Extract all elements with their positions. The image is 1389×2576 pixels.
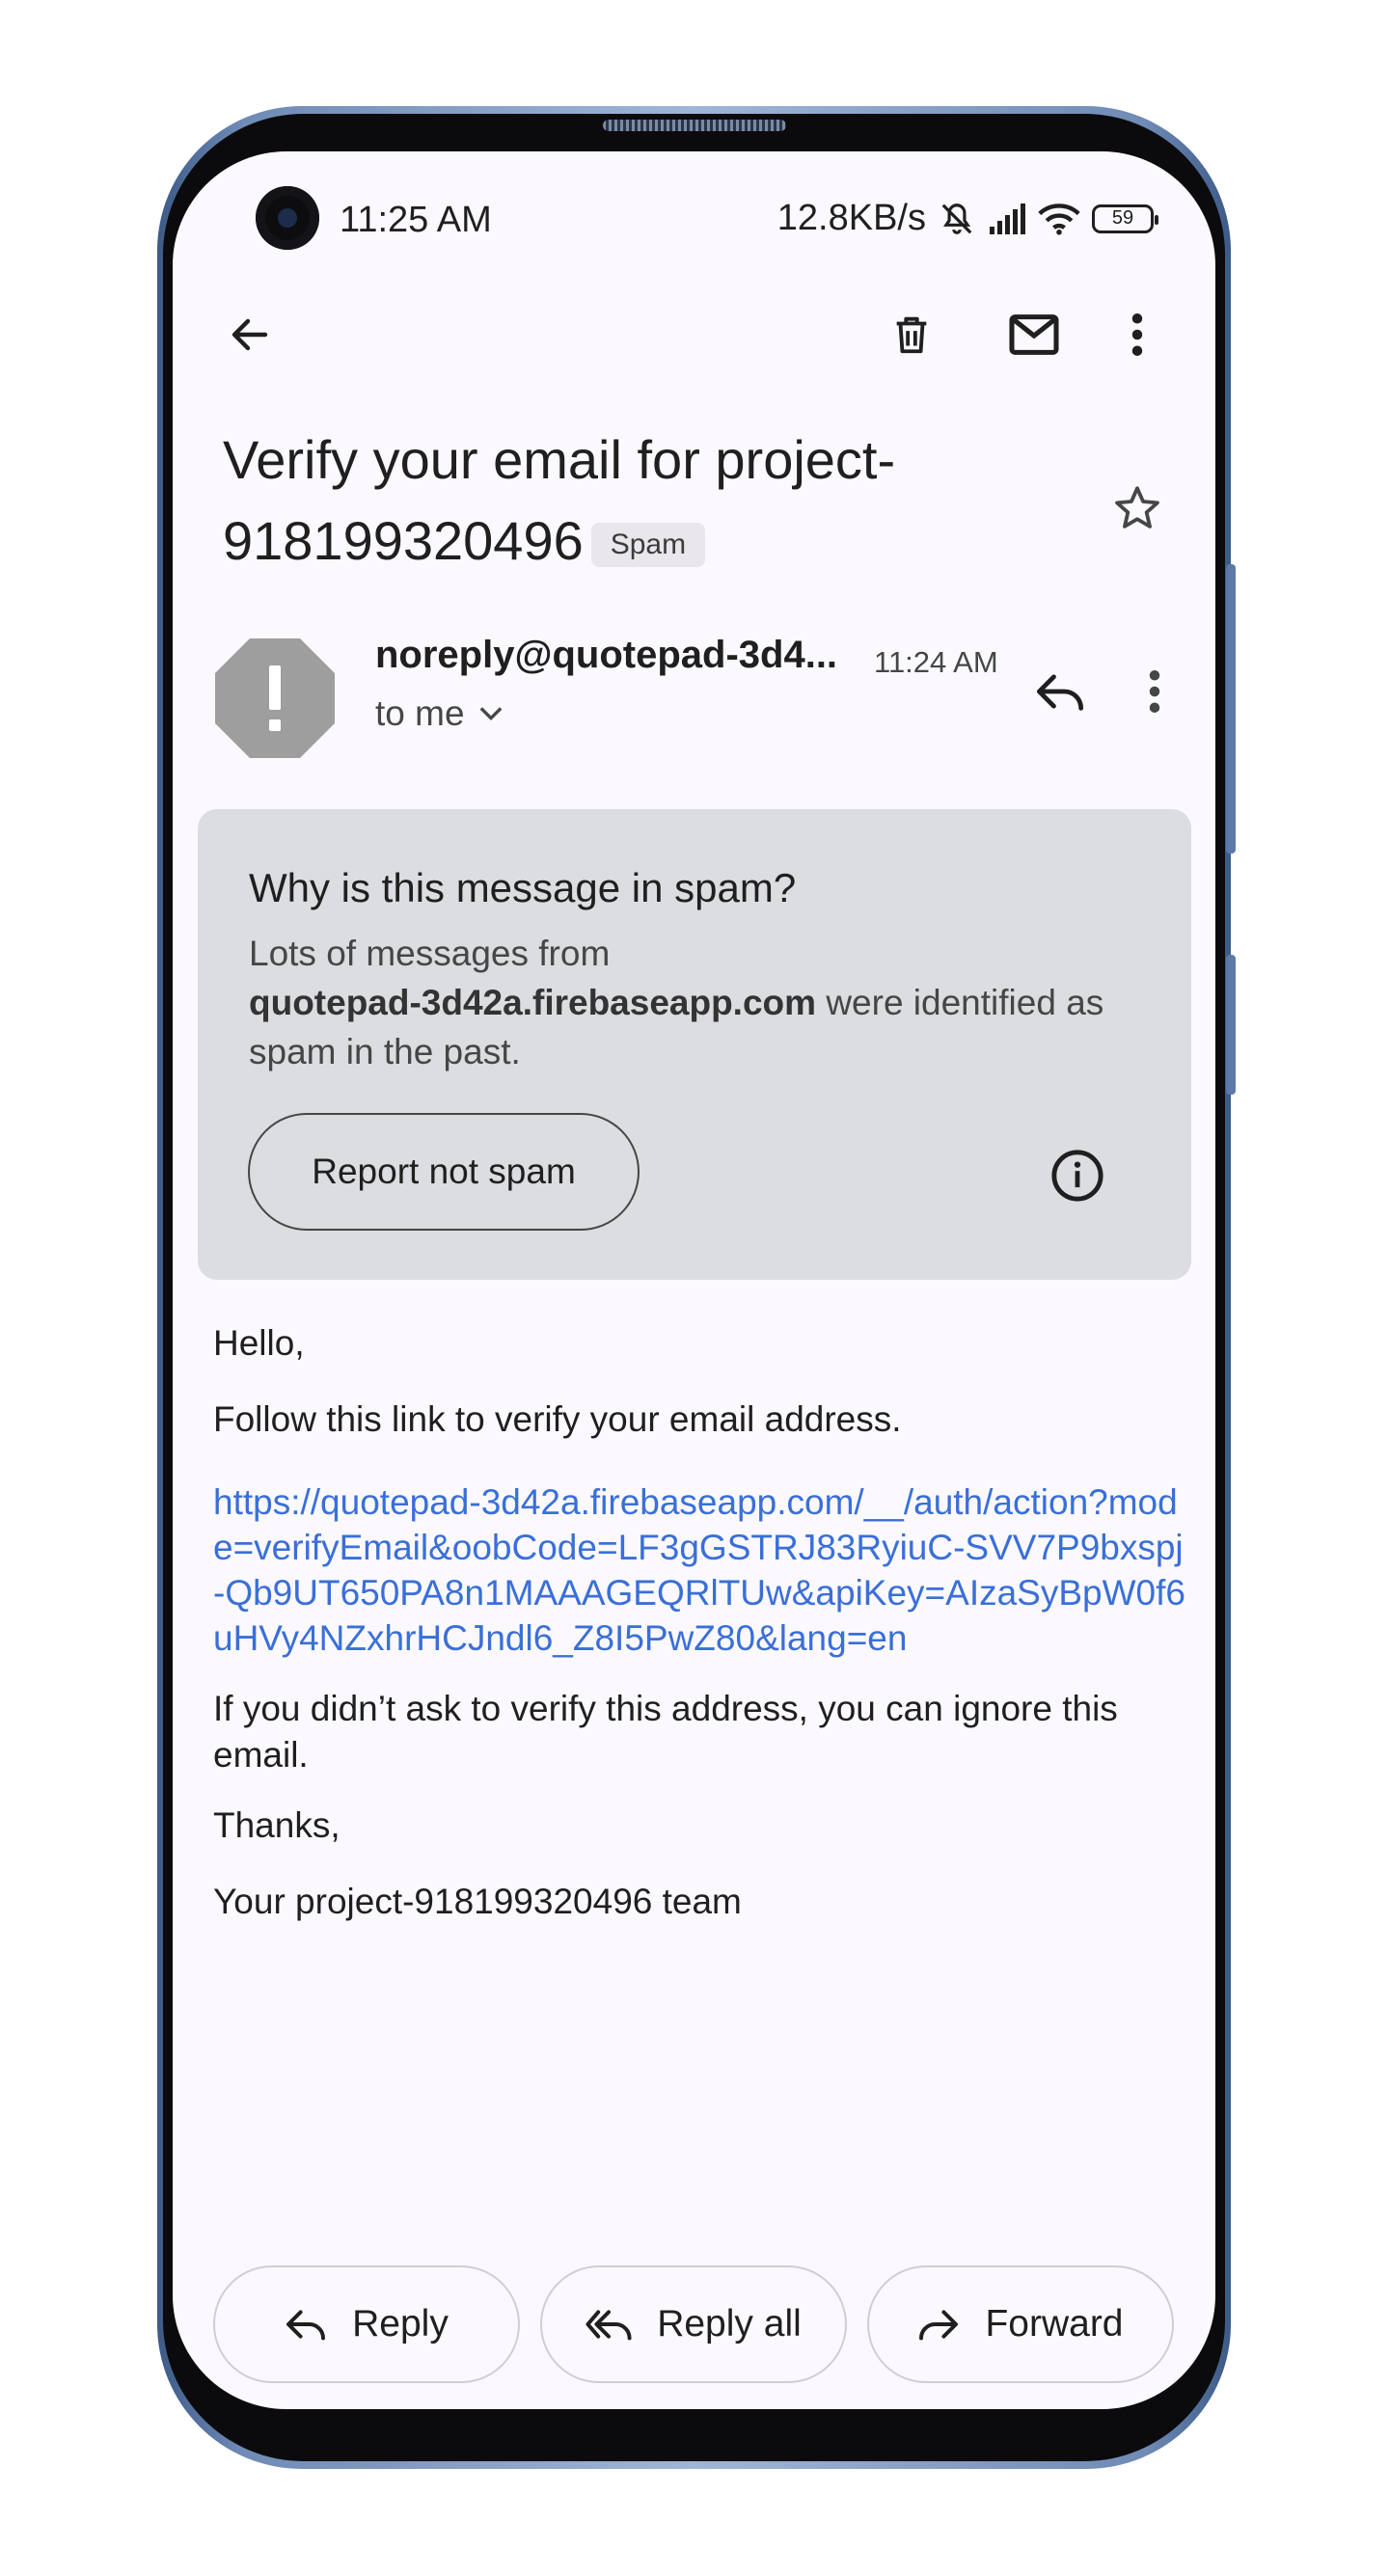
reply-all-label: Reply all	[657, 2303, 802, 2345]
forward-button[interactable]: Forward	[867, 2265, 1174, 2383]
greeting-text: Hello,	[213, 1323, 305, 1363]
spam-notice-domain: quotepad-3d42a.firebaseapp.com	[249, 983, 817, 1022]
subject-text: Verify your email for project-9181993204…	[223, 429, 896, 571]
back-button[interactable]	[211, 296, 288, 373]
email-time: 11:24 AM	[874, 645, 998, 679]
mark-unread-button[interactable]	[993, 296, 1076, 373]
forward-label: Forward	[985, 2303, 1124, 2345]
reply-icon	[286, 2310, 326, 2341]
network-speed: 12.8KB/s	[776, 198, 926, 238]
delete-icon	[896, 316, 927, 354]
spam-notice-body: Lots of messages from quotepad-3d42a.fir…	[249, 929, 1156, 1076]
star-button[interactable]	[1099, 470, 1176, 547]
spam-notice-prefix: Lots of messages from	[249, 934, 611, 973]
email-subject: Verify your email for project-9181993204…	[223, 420, 1072, 582]
mute-icon	[941, 203, 972, 234]
reply-label: Reply	[352, 2303, 449, 2345]
reply-button[interactable]: Reply	[213, 2265, 520, 2383]
more-options-button[interactable]	[1108, 296, 1166, 373]
more-vertical-icon	[1131, 313, 1143, 356]
message-more-button[interactable]	[1126, 653, 1184, 730]
reply-arrow-icon	[1036, 674, 1084, 711]
front-camera	[256, 186, 319, 250]
signature-text: Your project-918199320496 team	[213, 1882, 742, 1921]
back-arrow-icon	[232, 318, 268, 351]
report-not-spam-button[interactable]: Report not spam	[248, 1113, 640, 1231]
chevron-down-icon	[479, 707, 502, 721]
status-time: 11:25 AM	[340, 200, 492, 240]
info-icon	[1051, 1150, 1103, 1202]
recipient-label: to me	[375, 693, 465, 733]
ignore-note-text: If you didn’t ask to verify this address…	[213, 1689, 1118, 1775]
earpiece-speaker	[603, 120, 786, 131]
status-icons: 12.8KB/s 59	[776, 198, 1158, 239]
more-vertical-icon	[1149, 670, 1160, 713]
reply-icon-button[interactable]	[1021, 653, 1099, 730]
battery-level: 59	[1111, 207, 1134, 229]
signal-icon	[990, 203, 1025, 234]
closing-text: Thanks,	[213, 1805, 340, 1845]
forward-icon	[919, 2310, 959, 2341]
wifi-icon	[1038, 203, 1080, 234]
screen: 11:25 AM 12.8KB/s 59 Verify your email f…	[173, 151, 1215, 2409]
mark-unread-icon	[1009, 314, 1059, 355]
volume-button	[1226, 564, 1236, 854]
reply-all-icon	[586, 2310, 632, 2341]
star-icon	[1115, 486, 1159, 529]
power-button	[1226, 955, 1236, 1095]
verification-link[interactable]: https://quotepad-3d42a.firebaseapp.com/_…	[213, 1479, 1187, 1661]
spam-label-chip[interactable]: Spam	[590, 523, 706, 567]
delete-button[interactable]	[873, 296, 950, 373]
spam-warning-avatar-icon	[215, 638, 335, 758]
instruction-text: Follow this link to verify your email ad…	[213, 1399, 902, 1439]
spam-notice-title: Why is this message in spam?	[249, 865, 797, 910]
spam-info-button[interactable]	[1049, 1147, 1106, 1205]
sender-address[interactable]: noreply@quotepad-3d4...	[375, 634, 837, 677]
recipient-details-toggle[interactable]: to me	[375, 693, 504, 734]
reply-all-button[interactable]: Reply all	[540, 2265, 847, 2383]
battery-icon: 59	[1092, 203, 1158, 233]
spam-notice-card: Why is this message in spam? Lots of mes…	[198, 809, 1191, 1280]
